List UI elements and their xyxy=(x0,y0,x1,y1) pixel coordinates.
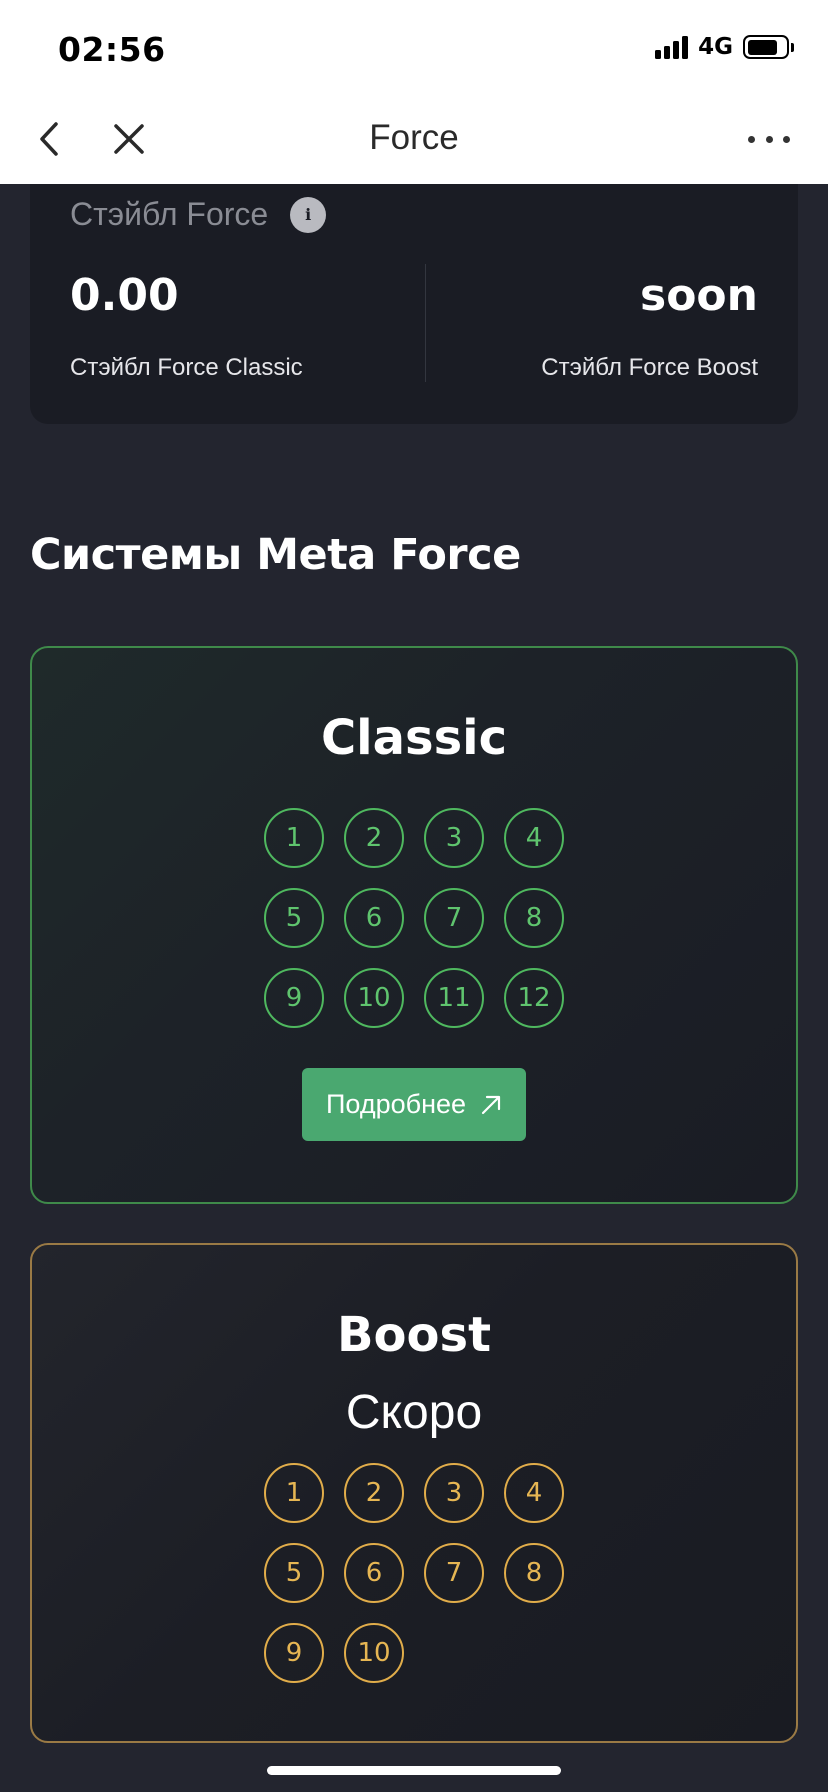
boost-stable-label: Стэйбл Force Boost xyxy=(541,354,758,381)
classic-level-5[interactable]: 5 xyxy=(264,888,324,948)
classic-level-7[interactable]: 7 xyxy=(424,888,484,948)
info-icon[interactable]: i xyxy=(290,196,327,233)
boost-level-9[interactable]: 9 xyxy=(264,1623,324,1683)
boost-level-1[interactable]: 1 xyxy=(264,1463,324,1523)
classic-level-9[interactable]: 9 xyxy=(264,968,324,1028)
boost-system-card: Boost Скоро 1 2 3 4 5 6 7 8 9 10 xyxy=(30,1243,798,1743)
details-button-label: Подробнее xyxy=(325,1089,467,1119)
classic-level-2[interactable]: 2 xyxy=(344,808,404,868)
stable-title-row: Стэйбл Force i xyxy=(70,196,327,233)
classic-level-1[interactable]: 1 xyxy=(264,808,324,868)
boost-level-3[interactable]: 3 xyxy=(424,1463,484,1523)
classic-level-3[interactable]: 3 xyxy=(424,808,484,868)
section-title: Системы Meta Force xyxy=(30,530,521,580)
classic-system-card: Classic 1 2 3 4 5 6 7 8 9 10 11 12 Подробнее xyxy=(30,646,798,1204)
classic-level-12[interactable]: 12 xyxy=(504,968,564,1028)
boost-title: Boost xyxy=(336,1307,492,1363)
boost-level-8[interactable]: 8 xyxy=(504,1543,564,1603)
classic-stable-value: 0.00 xyxy=(70,270,179,321)
boost-soon-label: Скоро xyxy=(345,1386,483,1439)
arrow-up-right-icon xyxy=(481,1095,501,1114)
classic-title: Classic xyxy=(320,710,508,766)
classic-level-11[interactable]: 11 xyxy=(424,968,484,1028)
home-indicator xyxy=(267,1766,561,1775)
boost-level-grid: 1 2 3 4 5 6 7 8 9 10 xyxy=(264,1463,568,1683)
classic-stable-label: Стэйбл Force Classic xyxy=(70,354,303,381)
more-dots-icon[interactable] xyxy=(748,127,790,151)
stable-title: Стэйбл Force xyxy=(70,196,269,232)
boost-level-5[interactable]: 5 xyxy=(264,1543,324,1603)
battery-icon xyxy=(743,35,794,59)
status-indicators: 4G xyxy=(655,34,794,60)
boost-level-4[interactable]: 4 xyxy=(504,1463,564,1523)
details-button[interactable]: Подробнее xyxy=(302,1068,526,1141)
status-bar: 02:56 4G xyxy=(0,0,828,94)
status-time: 02:56 xyxy=(58,30,166,69)
signal-icon xyxy=(655,35,689,59)
nav-bar: Force xyxy=(0,94,828,184)
classic-level-grid: 1 2 3 4 5 6 7 8 9 10 11 12 xyxy=(264,808,568,1028)
boost-level-6[interactable]: 6 xyxy=(344,1543,404,1603)
boost-stable-value: soon xyxy=(640,270,758,321)
network-type: 4G xyxy=(698,34,733,60)
classic-level-4[interactable]: 4 xyxy=(504,808,564,868)
classic-level-6[interactable]: 6 xyxy=(344,888,404,948)
classic-level-8[interactable]: 8 xyxy=(504,888,564,948)
boost-level-7[interactable]: 7 xyxy=(424,1543,484,1603)
divider xyxy=(425,264,426,382)
boost-level-2[interactable]: 2 xyxy=(344,1463,404,1523)
page-title: Force xyxy=(369,118,459,157)
boost-level-10[interactable]: 10 xyxy=(344,1623,404,1683)
classic-level-10[interactable]: 10 xyxy=(344,968,404,1028)
stable-force-card: Стэйбл Force i 0.00 Стэйбл Force Classic… xyxy=(30,184,798,424)
